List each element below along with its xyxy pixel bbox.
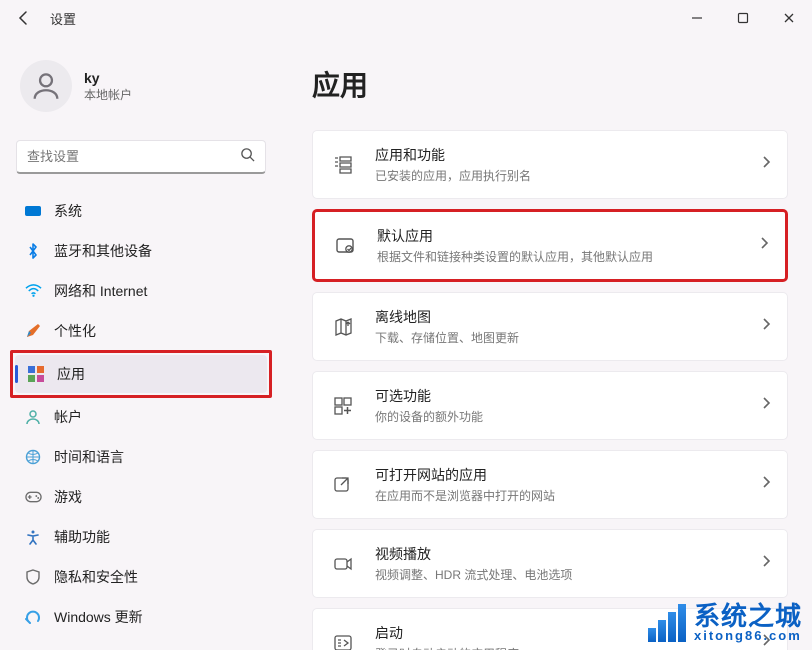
sidebar-item-privacy[interactable]: 隐私和安全性 [12,558,270,596]
sidebar-item-label: 应用 [57,364,85,384]
search-icon [240,147,255,167]
card-sub: 在应用而不是浏览器中打开的网站 [375,487,761,504]
sidebar-item-accessibility[interactable]: 辅助功能 [12,518,270,556]
time-language-icon [24,448,42,466]
chevron-right-icon [761,554,771,573]
card-sub: 登录时自动启动的应用程序 [375,645,761,650]
sidebar-item-label: Windows 更新 [54,607,143,627]
watermark-url: xitong86.com [694,629,802,642]
system-icon [24,202,42,220]
chevron-right-icon [759,236,769,255]
titlebar: 设置 [0,0,812,36]
card-title: 默认应用 [377,226,759,246]
sidebar-item-network[interactable]: 网络和 Internet [12,272,270,310]
maximize-button[interactable] [720,0,766,36]
video-playback-icon [329,550,357,578]
card-title: 视频播放 [375,544,761,564]
shield-icon [24,568,42,586]
card-title: 离线地图 [375,307,761,327]
watermark-logo-icon [648,604,686,642]
sidebar-item-gaming[interactable]: 游戏 [12,478,270,516]
sidebar-item-time-language[interactable]: 时间和语言 [12,438,270,476]
sidebar-item-apps[interactable]: 应用 [15,355,267,393]
chevron-right-icon [761,475,771,494]
chevron-right-icon [761,155,771,174]
avatar [20,60,72,112]
wifi-icon [24,282,42,300]
sidebar-item-windows-update[interactable]: Windows 更新 [12,598,270,636]
card-sub: 根据文件和链接种类设置的默认应用，其他默认应用 [377,248,759,265]
profile-block[interactable]: ky 本地帐户 [12,54,270,130]
sidebar-item-label: 辅助功能 [54,527,110,547]
app-title: 设置 [50,9,76,28]
sidebar-item-bluetooth[interactable]: 蓝牙和其他设备 [12,232,270,270]
card-title: 可选功能 [375,386,761,406]
card-offline-maps[interactable]: 离线地图 下载、存储位置、地图更新 [312,292,788,361]
sidebar-item-label: 时间和语言 [54,447,124,467]
card-optional-features[interactable]: 可选功能 你的设备的额外功能 [312,371,788,440]
accounts-icon [24,408,42,426]
callout-box-apps-nav: 应用 [10,350,272,398]
sidebar-item-label: 游戏 [54,487,82,507]
card-video-playback[interactable]: 视频播放 视频调整、HDR 流式处理、电池选项 [312,529,788,598]
offline-maps-icon [329,313,357,341]
profile-account-type: 本地帐户 [84,86,132,103]
accessibility-icon [24,528,42,546]
sidebar-item-label: 蓝牙和其他设备 [54,241,152,261]
startup-icon [329,629,357,650]
sidebar-item-label: 个性化 [54,321,96,341]
sidebar-item-personalization[interactable]: 个性化 [12,312,270,350]
chevron-right-icon [761,317,771,336]
watermark-text: 系统之城 [694,603,802,629]
bluetooth-icon [24,242,42,260]
minimize-button[interactable] [674,0,720,36]
search-input[interactable] [27,149,240,164]
apps-websites-icon [329,471,357,499]
windows-update-icon [24,608,42,626]
nav-list: 系统 蓝牙和其他设备 网络和 Internet [12,192,270,636]
profile-name: ky [84,70,132,86]
card-apps-for-websites[interactable]: 可打开网站的应用 在应用而不是浏览器中打开的网站 [312,450,788,519]
card-sub: 已安装的应用，应用执行别名 [375,167,761,184]
card-title: 可打开网站的应用 [375,465,761,485]
gaming-icon [24,488,42,506]
card-sub: 你的设备的额外功能 [375,408,761,425]
optional-features-icon [329,392,357,420]
paintbrush-icon [24,322,42,340]
page-title: 应用 [312,64,788,104]
card-default-apps[interactable]: 默认应用 根据文件和链接种类设置的默认应用，其他默认应用 [312,209,788,282]
card-sub: 下载、存储位置、地图更新 [375,329,761,346]
sidebar: ky 本地帐户 系统 蓝牙和其他设备 [0,36,282,650]
apps-icon [27,365,45,383]
sidebar-item-label: 隐私和安全性 [54,567,138,587]
close-button[interactable] [766,0,812,36]
sidebar-item-label: 网络和 Internet [54,281,147,301]
back-button[interactable] [8,2,40,34]
watermark: 系统之城 xitong86.com [648,603,802,642]
sidebar-item-system[interactable]: 系统 [12,192,270,230]
search-box[interactable] [16,140,266,174]
card-title: 应用和功能 [375,145,761,165]
apps-features-icon [329,151,357,179]
sidebar-item-label: 帐户 [54,407,82,427]
card-apps-features[interactable]: 应用和功能 已安装的应用，应用执行别名 [312,130,788,199]
main-content: 应用 应用和功能 已安装的应用，应用执行别名 默认应用 根据文件和链接种类设置的… [282,36,812,650]
default-apps-icon [331,232,359,260]
sidebar-item-accounts[interactable]: 帐户 [12,398,270,436]
sidebar-item-label: 系统 [54,201,82,221]
card-sub: 视频调整、HDR 流式处理、电池选项 [375,566,761,583]
chevron-right-icon [761,396,771,415]
